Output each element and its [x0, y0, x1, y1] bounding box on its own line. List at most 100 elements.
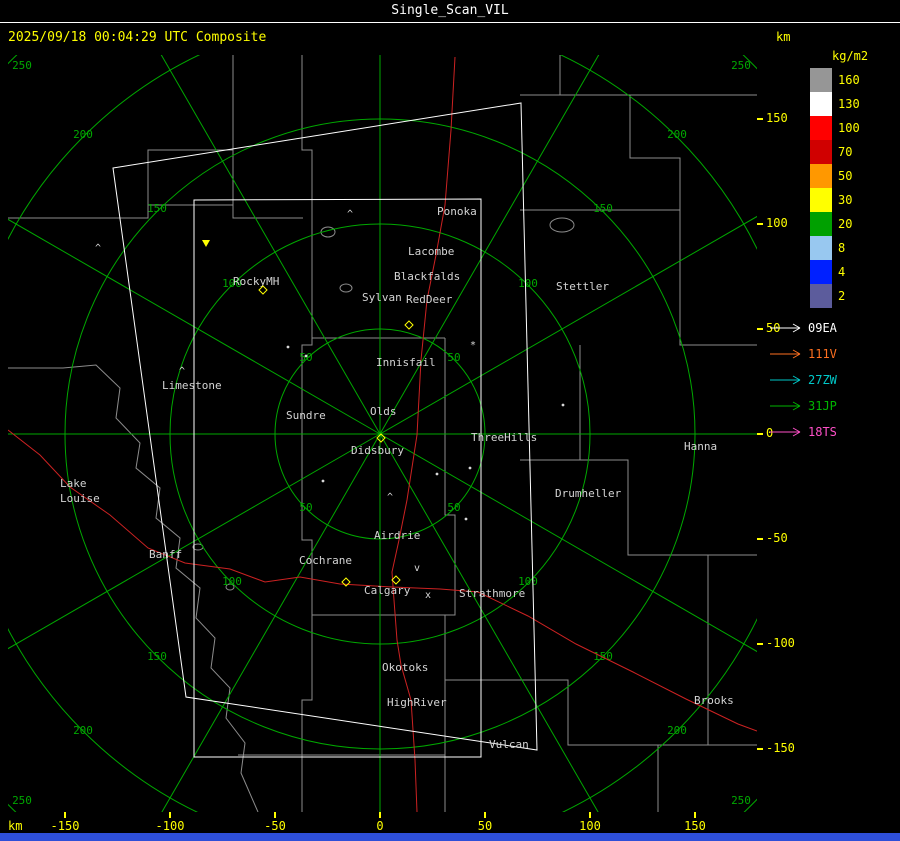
- bottom-axis-tick: [64, 812, 66, 818]
- range-ring-label: 250: [12, 59, 32, 72]
- range-ring-label: 100: [518, 277, 538, 290]
- legend-swatch: [810, 140, 832, 164]
- range-ring-label: 150: [593, 202, 613, 215]
- range-ring-label: 50: [447, 351, 460, 364]
- bottom-axis-tick: [694, 812, 696, 818]
- legend-swatch: [810, 260, 832, 284]
- city-label: Cochrane: [299, 554, 352, 567]
- highway-line: [8, 429, 757, 732]
- coverage-polygon: [112, 102, 538, 751]
- bottom-axis-value: 50: [477, 819, 493, 833]
- symbol-marker-icon: ^: [95, 243, 101, 254]
- legend-unit: kg/m2: [832, 49, 868, 63]
- symbol-marker-icon: ^: [387, 492, 393, 503]
- legend-scale-value: 70: [838, 145, 852, 159]
- radar-site-arrow-icon: [770, 349, 801, 359]
- legend-swatch: [810, 116, 832, 140]
- radar-site-arrow-icon: [770, 323, 801, 333]
- city-label: RedDeer: [406, 293, 453, 306]
- city-label: Hanna: [684, 440, 717, 453]
- echo-dot-icon: [304, 354, 308, 358]
- bottom-axis-value: 150: [684, 819, 706, 833]
- city-label: Lake: [60, 477, 87, 490]
- city-labels: Ponoka Lacombe Blackfalds Sylvan RedDeer Rock…: [60, 205, 734, 751]
- legend-scale-value: 20: [838, 217, 852, 231]
- city-label: Vulcan: [489, 738, 529, 751]
- echo-dot-icon: [435, 472, 439, 476]
- radar-site-id: 31JP: [808, 399, 837, 413]
- county-boundary-line: [629, 95, 757, 346]
- range-ring-label: 200: [73, 128, 93, 141]
- range-ring-label: 150: [147, 650, 167, 663]
- symbol-marker-icon: ^: [347, 209, 353, 220]
- bottom-axis: km -150 -100 -50 0 50 100 150: [8, 812, 757, 833]
- radar-map-canvas[interactable]: 50 5050 50100 100100 100150 150150 150200 20020…: [8, 55, 757, 812]
- legend-scale-value: 30: [838, 193, 852, 207]
- range-ring-label: 250: [12, 794, 32, 807]
- right-axis-value: -150: [766, 741, 795, 755]
- radar-site-id: 18TS: [808, 425, 837, 439]
- bottom-axis-value: -100: [155, 819, 185, 833]
- radar-site-arrow-icon: [770, 401, 801, 411]
- city-label: ThreeHills: [471, 431, 537, 444]
- city-label: Airdrie: [374, 529, 420, 542]
- city-label: Didsbury: [351, 444, 404, 457]
- echo-dot-icon: [464, 517, 468, 521]
- city-label: Brooks: [694, 694, 734, 707]
- city-label: Okotoks: [382, 661, 428, 674]
- bottom-axis-tick: [379, 812, 381, 818]
- city-label: Ponoka: [437, 205, 477, 218]
- echo-dot-icon: [321, 479, 325, 483]
- radar-site-id: 111V: [808, 347, 837, 361]
- city-label: HighRiver: [387, 696, 447, 709]
- radar-site-arrow-icon: [770, 427, 801, 437]
- city-label: Drumheller: [555, 487, 622, 500]
- legend-swatch: [810, 236, 832, 260]
- bottom-axis-tick: [274, 812, 276, 818]
- city-label: Olds: [370, 405, 397, 418]
- legend-scale-value: 130: [838, 97, 860, 111]
- legend-scale-value: 100: [838, 121, 860, 135]
- range-ring-label: 100: [222, 575, 242, 588]
- right-axis-tick: [757, 748, 763, 750]
- city-label: Banff: [149, 548, 182, 561]
- legend-scale-value: 8: [838, 241, 845, 255]
- city-label: Lacombe: [408, 245, 454, 258]
- radar-site-id: 27ZW: [808, 373, 838, 387]
- legend-scale-value: 160: [838, 73, 860, 87]
- radial-line: [160, 55, 381, 435]
- lake-outline: [549, 217, 575, 233]
- city-label: Stettler: [556, 280, 609, 293]
- radar-coverage-outlines: [112, 102, 538, 758]
- station-diamond-icon: [404, 320, 414, 330]
- range-ring-label: 200: [667, 128, 687, 141]
- bottom-axis-value: -150: [50, 819, 80, 833]
- taskbar-strip: [0, 833, 900, 841]
- range-ring-label: 150: [147, 202, 167, 215]
- symbol-marker-icon: v: [414, 563, 420, 574]
- symbol-marker-icon: x: [425, 590, 431, 601]
- range-ring-label: 50: [299, 501, 312, 514]
- radar-site-arrow-icon: [770, 375, 801, 385]
- range-ring-label: 250: [731, 794, 751, 807]
- bottom-axis-tick: [169, 812, 171, 818]
- legend-scale-value: 2: [838, 289, 845, 303]
- symbol-marker-icon: *: [470, 340, 476, 351]
- city-label: Strathmore: [459, 587, 525, 600]
- legend-swatch: [810, 284, 832, 308]
- city-label: Sylvan: [362, 291, 402, 304]
- range-ring-label: 200: [667, 724, 687, 737]
- symbol-marker-icon: ^: [179, 366, 185, 377]
- legend-swatch: [810, 68, 832, 92]
- legend-swatch: [810, 164, 832, 188]
- city-label: Limestone: [162, 379, 222, 392]
- range-ring-grid: [8, 55, 757, 812]
- city-label: Sundre: [286, 409, 326, 422]
- city-label: Blackfalds: [394, 270, 460, 283]
- legend-swatch: [810, 188, 832, 212]
- right-axis-value: -100: [766, 636, 795, 650]
- legend-scale-value: 50: [838, 169, 852, 183]
- legend-swatch: [810, 212, 832, 236]
- arrow-down-icon: [202, 240, 210, 247]
- legend-scale-value: 4: [838, 265, 845, 279]
